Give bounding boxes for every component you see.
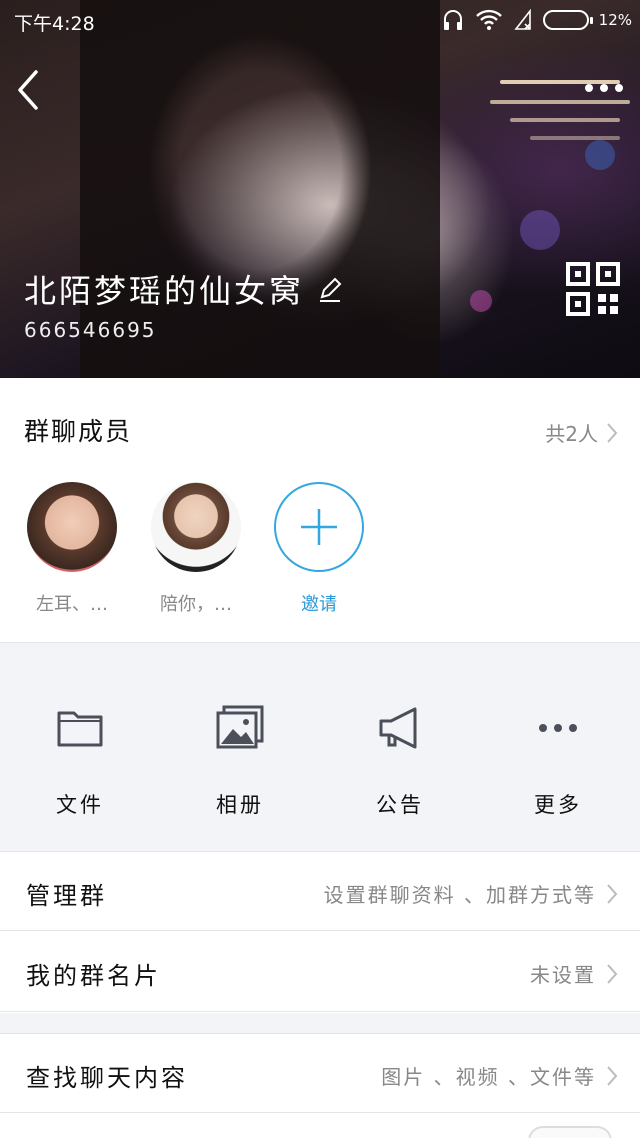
member-item[interactable]: 左耳、…: [26, 482, 118, 616]
megaphone-icon: [379, 707, 417, 749]
no-signal-icon: [514, 8, 531, 30]
announcement-action[interactable]: 公告: [340, 703, 460, 819]
next-row-partial: [0, 1114, 640, 1138]
qr-code-icon: [566, 262, 620, 316]
chevron-right-icon: [607, 1065, 618, 1086]
plus-icon: [301, 509, 337, 545]
chevron-right-icon: [607, 963, 618, 984]
plus-circle: [274, 482, 364, 572]
more-action[interactable]: 更多: [498, 703, 618, 819]
member-name: 陪你，…: [160, 594, 232, 615]
my-group-card-row[interactable]: 我的群名片 未设置: [0, 932, 640, 1012]
search-chat-row[interactable]: 查找聊天内容 图片 、视频 、文件等: [0, 1033, 640, 1113]
search-chat-title: 查找聊天内容: [26, 1064, 188, 1092]
cover-bokeh: [585, 140, 615, 170]
avatar: [27, 482, 117, 572]
status-bar: 下午4:28 12%: [0, 0, 640, 40]
members-section: 群聊成员 共2人 左耳、… 陪你，… 邀请: [0, 378, 640, 643]
cover-bokeh: [520, 210, 560, 250]
announcement-label: 公告: [376, 793, 424, 817]
group-name-row[interactable]: 北陌梦瑶的仙女窝: [24, 266, 344, 312]
chevron-right-icon: [607, 422, 618, 443]
chevron-right-icon: [607, 883, 618, 904]
album-action[interactable]: 相册: [180, 703, 300, 819]
edit-pencil-icon[interactable]: [316, 275, 344, 303]
manage-group-row[interactable]: 管理群 设置群聊资料 、加群方式等: [0, 851, 640, 931]
folder-icon: [57, 711, 103, 747]
photo-album-icon: [216, 705, 264, 749]
member-name: 左耳、…: [36, 594, 108, 615]
battery-icon: [542, 10, 593, 30]
wifi-icon: [475, 9, 502, 30]
my-group-card-title: 我的群名片: [26, 962, 161, 990]
invite-button[interactable]: 邀请: [273, 482, 365, 616]
more-label: 更多: [534, 793, 582, 817]
quick-actions: 文件 相册 公告 更多: [0, 643, 640, 833]
manage-group-title: 管理群: [26, 882, 107, 910]
files-action[interactable]: 文件: [20, 703, 140, 819]
more-dots-icon: [539, 724, 577, 732]
dot-icon: [600, 84, 608, 92]
manage-group-value: 设置群聊资料 、加群方式等: [323, 883, 596, 907]
qr-code-button[interactable]: [566, 262, 620, 316]
chevron-left-icon: [18, 70, 38, 110]
more-options-button[interactable]: [580, 70, 628, 106]
search-chat-value-wrap: 图片 、视频 、文件等: [381, 1061, 618, 1090]
status-icons: 12%: [441, 8, 632, 32]
manage-group-value-wrap: 设置群聊资料 、加群方式等: [324, 879, 618, 908]
back-button[interactable]: [12, 66, 48, 114]
members-header: 群聊成员: [24, 417, 133, 446]
status-time: 下午4:28: [14, 13, 95, 35]
group-id: 666546695: [24, 318, 157, 342]
dot-icon: [615, 84, 623, 92]
members-count-link[interactable]: 共2人: [545, 418, 618, 447]
search-chat-value: 图片 、视频 、文件等: [381, 1065, 596, 1089]
cover-bokeh: [470, 290, 492, 312]
section-divider: [0, 833, 640, 851]
toggle-switch[interactable]: [528, 1126, 612, 1138]
invite-label: 邀请: [301, 594, 337, 615]
files-label: 文件: [56, 793, 104, 817]
avatar: [151, 482, 241, 572]
headphone-icon: [443, 10, 462, 30]
members-count: 共2人: [545, 422, 598, 446]
album-label: 相册: [216, 793, 264, 817]
section-divider: [0, 1013, 640, 1033]
my-group-card-value: 未设置: [530, 963, 596, 987]
my-group-card-value-wrap: 未设置: [530, 959, 618, 988]
dot-icon: [585, 84, 593, 92]
group-name: 北陌梦瑶的仙女窝: [24, 272, 305, 310]
member-item[interactable]: 陪你，…: [150, 482, 242, 616]
battery-level: 12%: [598, 11, 632, 29]
